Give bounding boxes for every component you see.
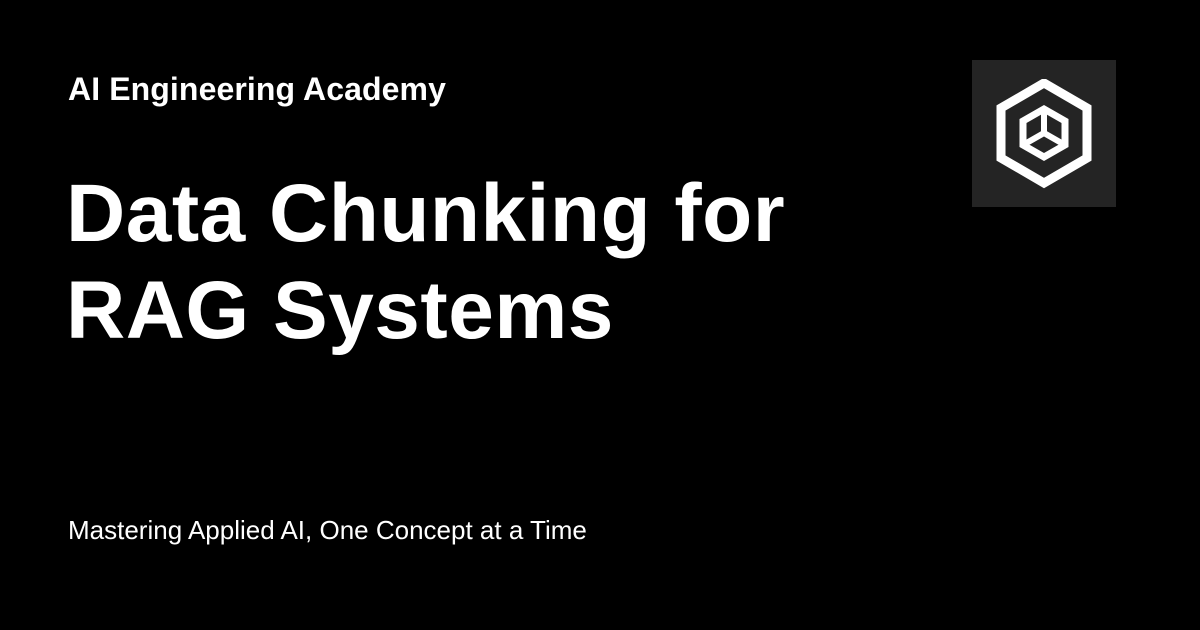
tagline: Mastering Applied AI, One Concept at a T… [68, 515, 587, 545]
page-title: Data Chunking for RAG Systems [66, 168, 786, 356]
logo-tile [972, 60, 1116, 207]
social-card: AI Engineering Academy Data Chunking for… [0, 0, 1200, 630]
site-name: AI Engineering Academy [68, 71, 446, 107]
hexagon-cube-logo-icon [994, 78, 1094, 189]
